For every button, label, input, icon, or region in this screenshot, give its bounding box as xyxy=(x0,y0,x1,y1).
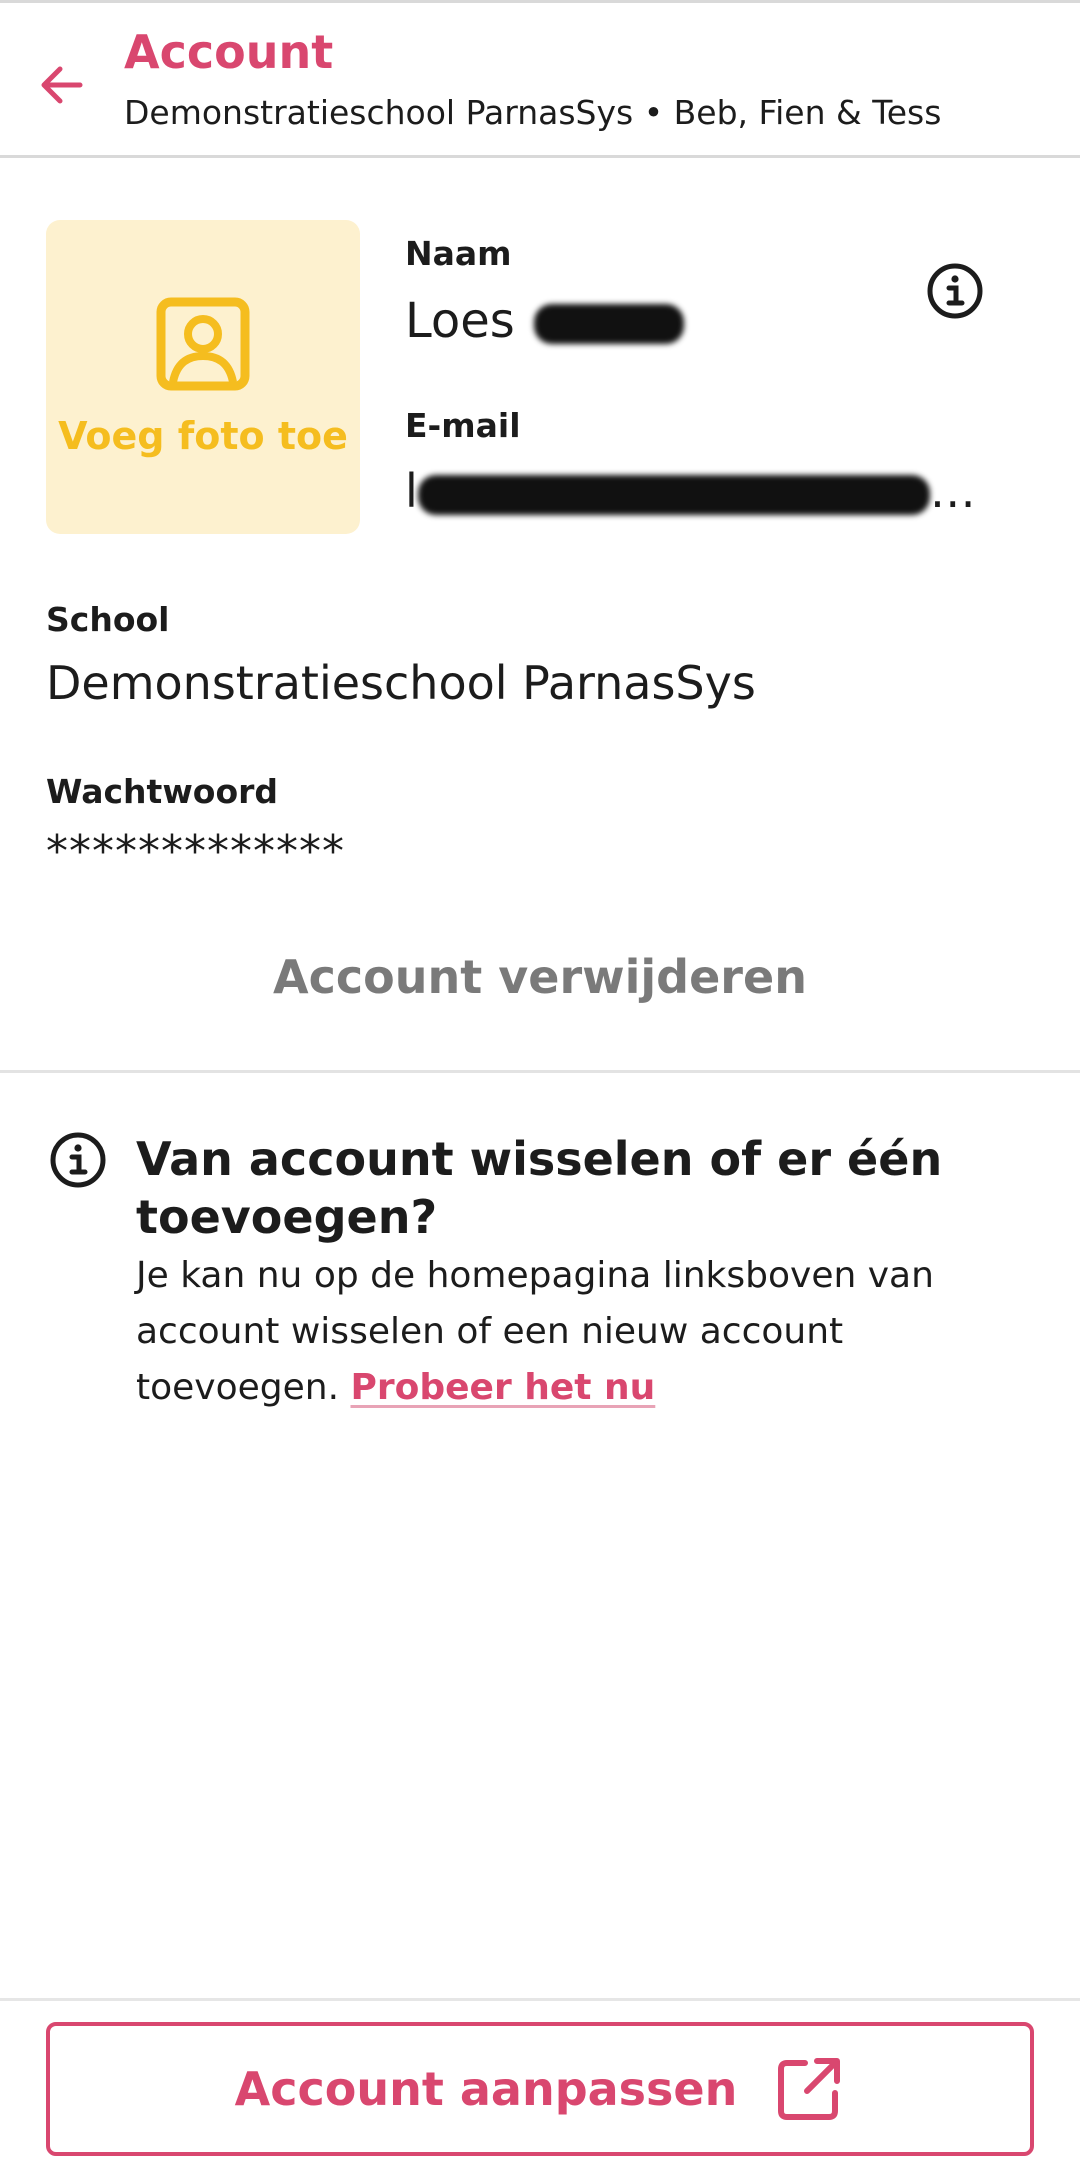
email-value: l… xyxy=(405,464,976,518)
name-text: Loes xyxy=(405,293,515,349)
app-header: Account Demonstratieschool ParnasSys • B… xyxy=(0,0,1080,158)
school-label: School xyxy=(46,600,170,639)
page-title: Account xyxy=(124,25,334,79)
school-value: Demonstratieschool ParnasSys xyxy=(46,656,756,710)
email-label: E-mail xyxy=(405,406,521,445)
email-text-start: l xyxy=(405,464,418,518)
add-photo-label: Voeg foto toe xyxy=(58,414,348,458)
notice-title: Van account wisselen of er één toevoegen… xyxy=(136,1132,943,1244)
email-ellipsis: … xyxy=(929,464,976,518)
edit-account-button[interactable]: Account aanpassen xyxy=(46,2022,1034,2156)
edit-account-label: Account aanpassen xyxy=(234,2062,738,2116)
redacted-surname xyxy=(534,304,685,344)
arrow-left-icon xyxy=(41,66,83,104)
delete-account-button[interactable]: Account verwijderen xyxy=(0,950,1080,1004)
back-button[interactable] xyxy=(30,53,94,117)
name-label: Naam xyxy=(405,234,512,273)
info-icon[interactable] xyxy=(924,260,986,322)
redacted-email xyxy=(417,474,930,515)
password-label: Wachtwoord xyxy=(46,772,279,811)
password-value: ************* xyxy=(46,826,345,877)
notice-body: Je kan nu op de homepagina linksboven va… xyxy=(136,1248,1036,1416)
account-page: Account Demonstratieschool ParnasSys • B… xyxy=(0,0,1080,2184)
add-photo-button[interactable]: Voeg foto toe xyxy=(46,220,360,534)
section-divider xyxy=(0,1070,1080,1073)
external-link-icon xyxy=(778,2058,841,2120)
name-value: Loes xyxy=(405,293,685,349)
info-icon xyxy=(50,1132,106,1188)
page-subtitle: Demonstratieschool ParnasSys • Beb, Fien… xyxy=(124,93,942,132)
portrait-icon xyxy=(156,297,250,391)
try-now-link[interactable]: Probeer het nu xyxy=(350,1367,655,1408)
footer-divider xyxy=(0,1998,1080,2001)
